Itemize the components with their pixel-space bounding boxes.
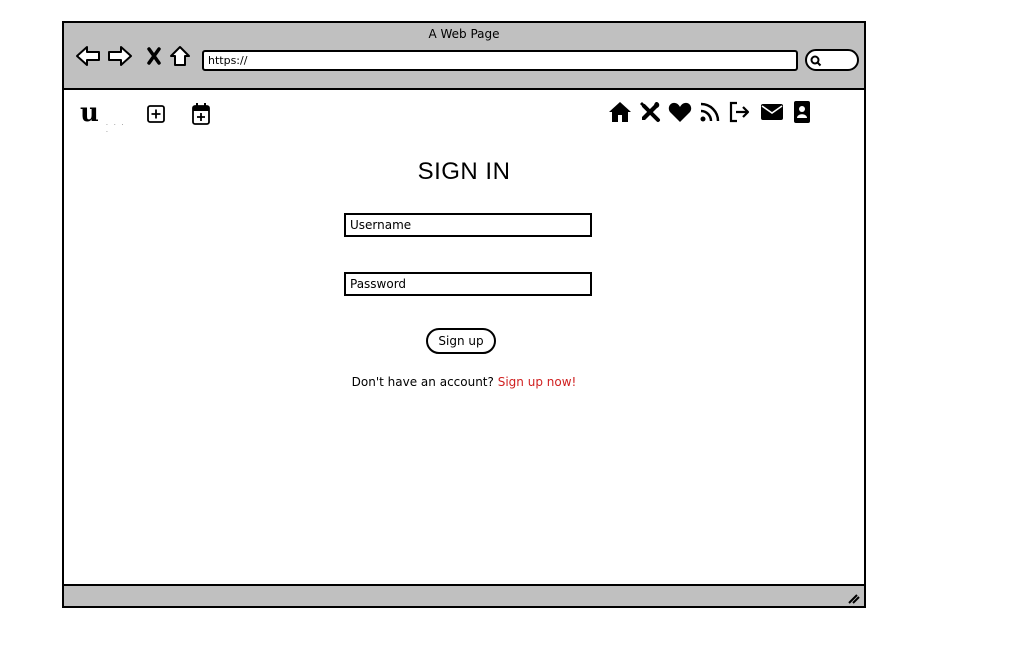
close-x-icon[interactable] bbox=[140, 42, 168, 70]
back-arrow-icon[interactable] bbox=[74, 42, 102, 70]
browser-titlebar: A Web Page https:// bbox=[64, 23, 864, 90]
sign-out-icon[interactable] bbox=[728, 100, 752, 124]
username-field[interactable]: Username bbox=[344, 213, 592, 237]
forward-arrow-icon[interactable] bbox=[106, 42, 134, 70]
page-content: u · · · · SIGN IN Username Password Sign… bbox=[64, 90, 864, 584]
browser-window: A Web Page https:// u · · · · SIGN IN Us… bbox=[62, 21, 866, 608]
rss-feed-icon[interactable] bbox=[698, 100, 722, 124]
contact-card-icon[interactable] bbox=[790, 100, 814, 124]
home-outline-icon[interactable] bbox=[166, 42, 194, 70]
account-prompt-line: Don't have an account? Sign up now! bbox=[64, 375, 864, 389]
window-title: A Web Page bbox=[428, 27, 500, 41]
url-bar[interactable]: https:// bbox=[202, 50, 798, 71]
resize-grip-icon[interactable] bbox=[846, 592, 860, 604]
add-square-icon[interactable] bbox=[144, 102, 168, 126]
sign-up-now-link[interactable]: Sign up now! bbox=[498, 375, 577, 389]
browser-statusbar bbox=[64, 584, 864, 606]
page-title: SIGN IN bbox=[417, 158, 511, 185]
envelope-icon[interactable] bbox=[760, 100, 784, 124]
browser-search-field[interactable] bbox=[805, 49, 859, 71]
account-prompt-text: Don't have an account? bbox=[351, 375, 494, 389]
password-field[interactable]: Password bbox=[344, 272, 592, 296]
heart-icon[interactable] bbox=[668, 100, 692, 124]
calendar-add-icon[interactable] bbox=[189, 102, 213, 126]
home-icon[interactable] bbox=[608, 100, 632, 124]
site-logo[interactable]: u · · · · bbox=[74, 98, 130, 136]
search-icon bbox=[810, 55, 822, 67]
tools-icon[interactable] bbox=[638, 100, 662, 124]
sign-up-button[interactable]: Sign up bbox=[426, 328, 496, 354]
